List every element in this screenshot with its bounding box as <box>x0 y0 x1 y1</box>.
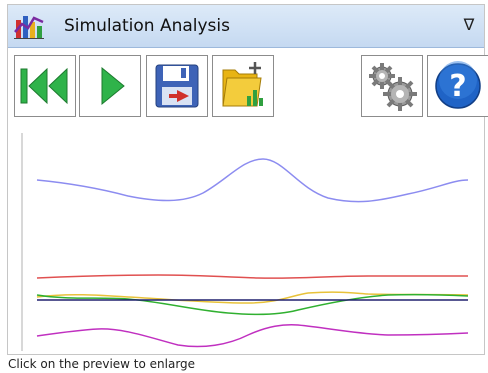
plot-background <box>8 123 484 354</box>
play-button[interactable] <box>79 55 141 117</box>
preview-chart[interactable] <box>8 123 484 354</box>
settings-button[interactable] <box>361 55 423 117</box>
rewind-icon <box>20 67 68 105</box>
gears-icon <box>369 63 417 111</box>
help-icon: ? <box>435 61 481 109</box>
simulation-analysis-panel: Simulation Analysis ∇ ? <box>7 4 488 355</box>
collapse-icon[interactable]: ∇ <box>460 15 478 35</box>
preview-hint: Click on the preview to enlarge <box>8 357 196 371</box>
play-icon <box>101 66 125 106</box>
chart-app-icon <box>14 12 44 40</box>
preview-plot <box>8 123 484 354</box>
help-button[interactable]: ? <box>427 55 488 117</box>
rewind-button[interactable] <box>14 55 76 117</box>
save-icon <box>155 64 199 108</box>
panel-titlebar: Simulation Analysis ∇ <box>8 5 484 48</box>
folder-export-icon <box>222 62 263 107</box>
export-button[interactable] <box>212 55 274 117</box>
svg-text:?: ? <box>449 69 466 104</box>
toolbar: ? <box>8 55 488 121</box>
panel-title: Simulation Analysis <box>64 16 230 36</box>
save-button[interactable] <box>146 55 208 117</box>
